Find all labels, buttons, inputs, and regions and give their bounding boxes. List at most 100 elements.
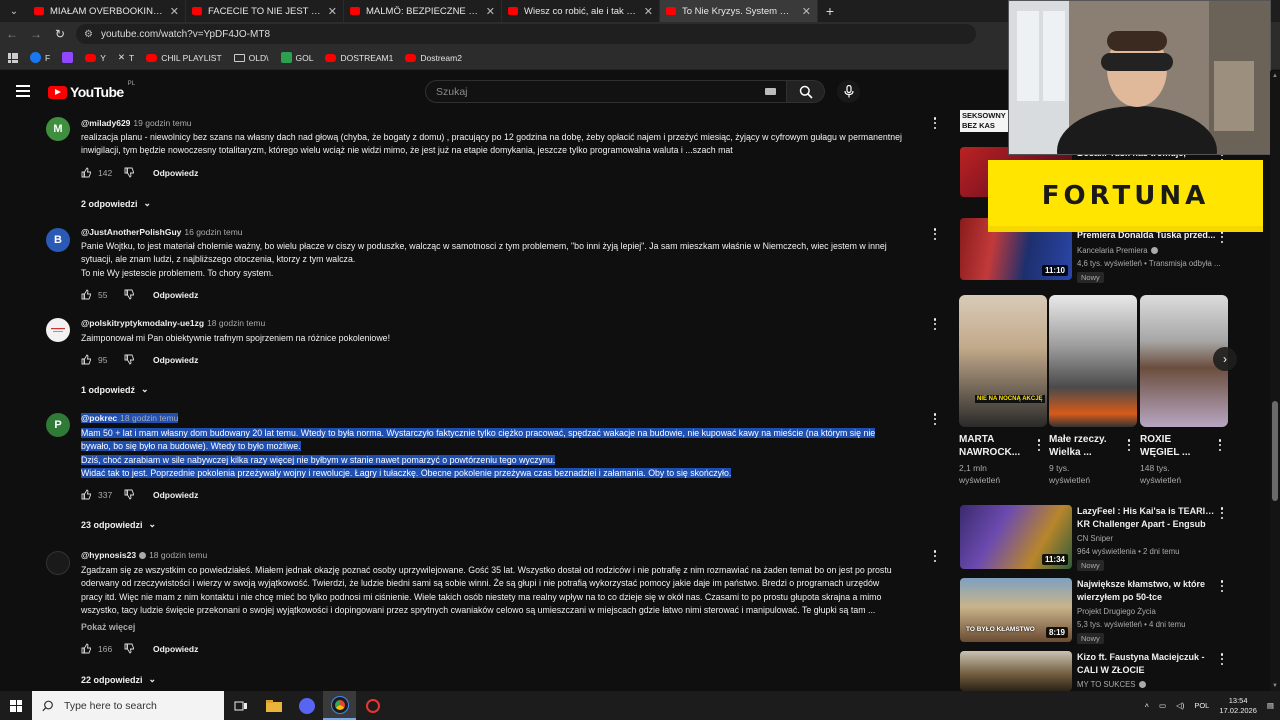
thumbs-up-icon[interactable] bbox=[81, 167, 92, 178]
video-thumbnail[interactable] bbox=[960, 651, 1072, 691]
comment-time[interactable]: 19 godzin temu bbox=[133, 118, 191, 128]
browser-tab[interactable]: FACECIE TO NIE JEST PRZYPAD... ✕ bbox=[186, 0, 344, 22]
comment-menu-icon[interactable] bbox=[933, 550, 937, 562]
channel-name[interactable]: Kancelaria Premiera bbox=[1077, 246, 1158, 255]
chevron-right-icon[interactable]: › bbox=[1213, 347, 1237, 371]
url-field[interactable]: ⚙ youtube.com/watch?v=YpDF4JO-MT8 bbox=[76, 24, 976, 44]
comment-menu-icon[interactable] bbox=[933, 413, 937, 425]
short-title[interactable]: ROXIE WĘGIEL ... bbox=[1140, 433, 1216, 459]
network-icon[interactable]: ▭ bbox=[1159, 701, 1166, 710]
reload-icon[interactable]: ↻ bbox=[48, 27, 72, 41]
video-thumbnail[interactable]: TO BYŁO KŁAMSTWO 8:19 bbox=[960, 578, 1072, 642]
bookmark-x[interactable]: ✕ T bbox=[118, 52, 134, 63]
video-menu-icon[interactable] bbox=[1220, 507, 1224, 519]
close-tab-icon[interactable]: ✕ bbox=[328, 5, 337, 18]
replies-toggle[interactable]: 23 odpowiedzi ⌄ bbox=[81, 519, 156, 530]
short-menu-icon[interactable] bbox=[1037, 439, 1041, 451]
new-tab-button[interactable]: + bbox=[818, 3, 842, 19]
close-tab-icon[interactable]: ✕ bbox=[486, 5, 495, 18]
scrollbar-thumb[interactable] bbox=[1272, 401, 1278, 501]
search-button[interactable] bbox=[787, 80, 825, 103]
avatar[interactable]: P bbox=[46, 413, 70, 437]
video-menu-icon[interactable] bbox=[1220, 653, 1224, 665]
keyboard-icon[interactable] bbox=[765, 88, 776, 95]
volume-icon[interactable]: ◁) bbox=[1176, 701, 1184, 710]
file-explorer-icon[interactable] bbox=[257, 691, 290, 720]
comment-author[interactable]: @JustAnotherPolishGuy bbox=[81, 227, 181, 237]
video-thumbnail[interactable]: 11:34 bbox=[960, 505, 1072, 569]
bookmark-youtube[interactable]: Y bbox=[85, 53, 106, 63]
browser-tab-active[interactable]: To Nie Kryzys. System HODUJE... ✕ bbox=[660, 0, 818, 22]
thumbs-down-icon[interactable] bbox=[124, 167, 135, 178]
short-thumbnail[interactable] bbox=[1049, 295, 1137, 427]
replies-toggle[interactable]: 22 odpowiedzi ⌄ bbox=[81, 674, 156, 685]
voice-search-button[interactable] bbox=[837, 80, 860, 103]
channel-name[interactable]: CN Sniper bbox=[1077, 534, 1113, 543]
video-menu-icon[interactable] bbox=[1220, 231, 1224, 243]
comment-author[interactable]: @hypnosis23 bbox=[81, 550, 136, 560]
close-tab-icon[interactable]: ✕ bbox=[644, 5, 653, 18]
back-arrow-icon[interactable]: ← bbox=[0, 27, 24, 41]
search-input[interactable]: Szukaj bbox=[425, 80, 787, 103]
short-menu-icon[interactable] bbox=[1127, 439, 1131, 451]
replies-toggle[interactable]: 1 odpowiedź ⌄ bbox=[81, 384, 149, 395]
notifications-icon[interactable]: ▤ bbox=[1267, 701, 1274, 710]
replies-toggle[interactable]: 2 odpowiedzi ⌄ bbox=[81, 198, 151, 209]
thumbs-down-icon[interactable] bbox=[124, 643, 135, 654]
related-video[interactable]: 11:34 LazyFeel : His Kai'sa is TEARING KR… bbox=[958, 505, 1258, 571]
browser-tab[interactable]: Wiesz co robić, ale i tak Ci nie w... ✕ bbox=[502, 0, 660, 22]
browser-tab[interactable]: MALMÖ: BEZPIECZNE GETTO ... ✕ bbox=[344, 0, 502, 22]
bookmark-gol[interactable]: GOL bbox=[280, 52, 313, 63]
language-indicator[interactable]: POL bbox=[1194, 701, 1209, 710]
reply-button[interactable]: Odpowiedz bbox=[153, 290, 198, 300]
browser-tab[interactable]: MIAŁAM OVERBOOKING I NIE ... ✕ bbox=[28, 0, 186, 22]
avatar[interactable]: M bbox=[46, 117, 70, 141]
related-video[interactable]: TO BYŁO KŁAMSTWO 8:19 Największe kłamstw… bbox=[958, 578, 1258, 644]
video-title[interactable]: LazyFeel : His Kai'sa is TEARING KR Chall… bbox=[1077, 505, 1217, 531]
show-more-link[interactable]: Pokaż więcej bbox=[81, 622, 135, 632]
thumbs-up-icon[interactable] bbox=[81, 643, 92, 654]
thumbs-up-icon[interactable] bbox=[81, 289, 92, 300]
youtube-logo[interactable]: YouTube PL bbox=[48, 81, 135, 100]
comment-author[interactable]: @polskitryptykmodalny-ue1zg bbox=[81, 318, 204, 328]
avatar[interactable]: B bbox=[46, 228, 70, 252]
app-icon[interactable] bbox=[290, 691, 323, 720]
bookmark-facebook[interactable]: F bbox=[30, 52, 50, 63]
thumbs-up-icon[interactable] bbox=[81, 354, 92, 365]
channel-name[interactable]: Projekt Drugiego Życia bbox=[1077, 607, 1156, 616]
comment-author[interactable]: @milady629 bbox=[81, 118, 130, 128]
avatar[interactable] bbox=[46, 551, 70, 575]
menu-icon[interactable] bbox=[16, 85, 30, 97]
related-video[interactable]: Kizo ft. Faustyna Maciejczuk - CALI W ZŁO… bbox=[958, 651, 1258, 691]
short-title[interactable]: Małe rzeczy. Wielka ... bbox=[1049, 433, 1125, 459]
apps-grid-icon[interactable] bbox=[8, 52, 18, 63]
comment-time[interactable]: 16 godzin temu bbox=[184, 227, 242, 237]
chrome-icon[interactable] bbox=[323, 691, 356, 720]
reply-button[interactable]: Odpowiedz bbox=[153, 644, 198, 654]
task-view-icon[interactable] bbox=[224, 691, 257, 720]
clock[interactable]: 13:54 17.02.2026 bbox=[1219, 696, 1257, 716]
scroll-down-icon[interactable]: ▼ bbox=[1271, 683, 1279, 689]
comment-menu-icon[interactable] bbox=[933, 117, 937, 129]
bookmark-twitch[interactable] bbox=[62, 52, 74, 63]
bookmark-chil-playlist[interactable]: CHIL PLAYLIST bbox=[146, 53, 222, 63]
start-button[interactable] bbox=[0, 691, 32, 720]
comment-time[interactable]: 18 godzin temu bbox=[207, 318, 265, 328]
close-tab-icon[interactable]: ✕ bbox=[170, 5, 179, 18]
reply-button[interactable]: Odpowiedz bbox=[153, 490, 198, 500]
chevron-up-icon[interactable]: ˄ bbox=[1145, 701, 1149, 710]
close-tab-icon[interactable]: ✕ bbox=[802, 5, 811, 18]
comment-author[interactable]: @pokrec bbox=[81, 413, 117, 423]
app-icon[interactable] bbox=[356, 691, 389, 720]
page-scrollbar[interactable]: ▲ ▼ bbox=[1270, 71, 1280, 691]
short-menu-icon[interactable] bbox=[1218, 439, 1222, 451]
video-menu-icon[interactable] bbox=[1220, 580, 1224, 592]
comment-menu-icon[interactable] bbox=[933, 228, 937, 240]
thumbs-down-icon[interactable] bbox=[124, 489, 135, 500]
site-info-icon[interactable]: ⚙ bbox=[84, 29, 93, 40]
bookmark-folder-old[interactable]: OLD\ bbox=[233, 53, 269, 63]
scroll-up-icon[interactable]: ▲ bbox=[1271, 73, 1279, 79]
forward-arrow-icon[interactable]: → bbox=[24, 27, 48, 41]
channel-name[interactable]: MY TO SUKCES bbox=[1077, 680, 1146, 689]
video-title[interactable]: Kizo ft. Faustyna Maciejczuk - CALI W ZŁO… bbox=[1077, 651, 1217, 677]
